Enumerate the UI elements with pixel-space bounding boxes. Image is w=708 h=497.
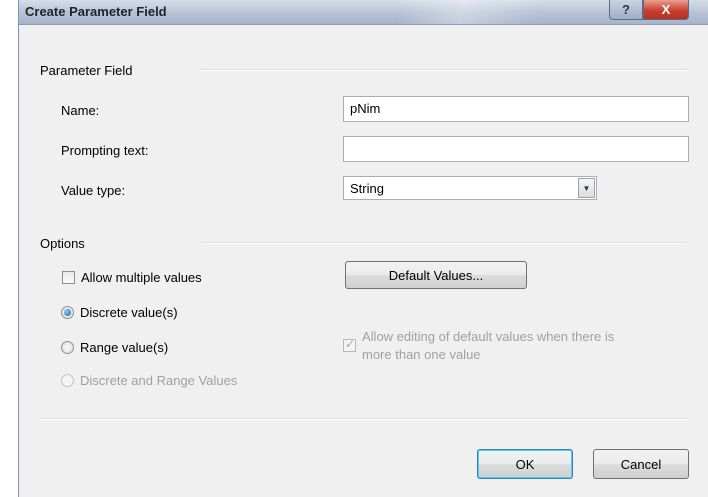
help-icon: ? <box>622 2 630 17</box>
close-button[interactable]: X <box>643 0 689 20</box>
prompting-text-field[interactable] <box>343 136 689 162</box>
allow-editing-label-line2: more than one value <box>362 347 481 362</box>
options-section-title: Options <box>40 236 85 251</box>
discrete-values-radio[interactable] <box>61 306 74 319</box>
value-type-select[interactable]: String ▼ <box>343 176 597 200</box>
ok-button[interactable]: OK <box>477 449 573 479</box>
range-values-radio[interactable] <box>61 341 74 354</box>
close-icon: X <box>661 2 671 17</box>
value-type-selected: String <box>350 181 384 196</box>
window-title: Create Parameter Field <box>25 4 167 19</box>
discrete-and-range-radio <box>61 374 74 387</box>
parameter-field-section-title: Parameter Field <box>40 63 133 78</box>
name-field[interactable]: pNim <box>343 96 689 122</box>
create-parameter-field-dialog: Create Parameter Field ? X Parameter Fie… <box>18 0 708 497</box>
discrete-values-label[interactable]: Discrete value(s) <box>80 305 178 320</box>
allow-editing-checkbox <box>343 337 356 352</box>
range-values-label[interactable]: Range value(s) <box>80 340 168 355</box>
options-divider <box>201 242 687 244</box>
help-button[interactable]: ? <box>609 0 643 20</box>
cancel-button[interactable]: Cancel <box>593 449 689 479</box>
default-values-button[interactable]: Default Values... <box>345 261 527 289</box>
parameter-field-divider <box>201 69 687 71</box>
allow-multiple-values-label[interactable]: Allow multiple values <box>81 270 202 285</box>
chevron-down-icon[interactable]: ▼ <box>578 178 595 198</box>
title-bar[interactable]: Create Parameter Field ? X <box>19 0 708 25</box>
prompting-text-label: Prompting text: <box>61 143 149 158</box>
allow-editing-label-line1: Allow editing of default values when the… <box>362 329 615 344</box>
bottom-divider <box>40 418 688 420</box>
allow-multiple-values-checkbox[interactable] <box>62 271 75 284</box>
discrete-and-range-label: Discrete and Range Values <box>80 373 238 388</box>
value-type-label: Value type: <box>61 183 126 198</box>
name-label: Name: <box>61 103 100 118</box>
